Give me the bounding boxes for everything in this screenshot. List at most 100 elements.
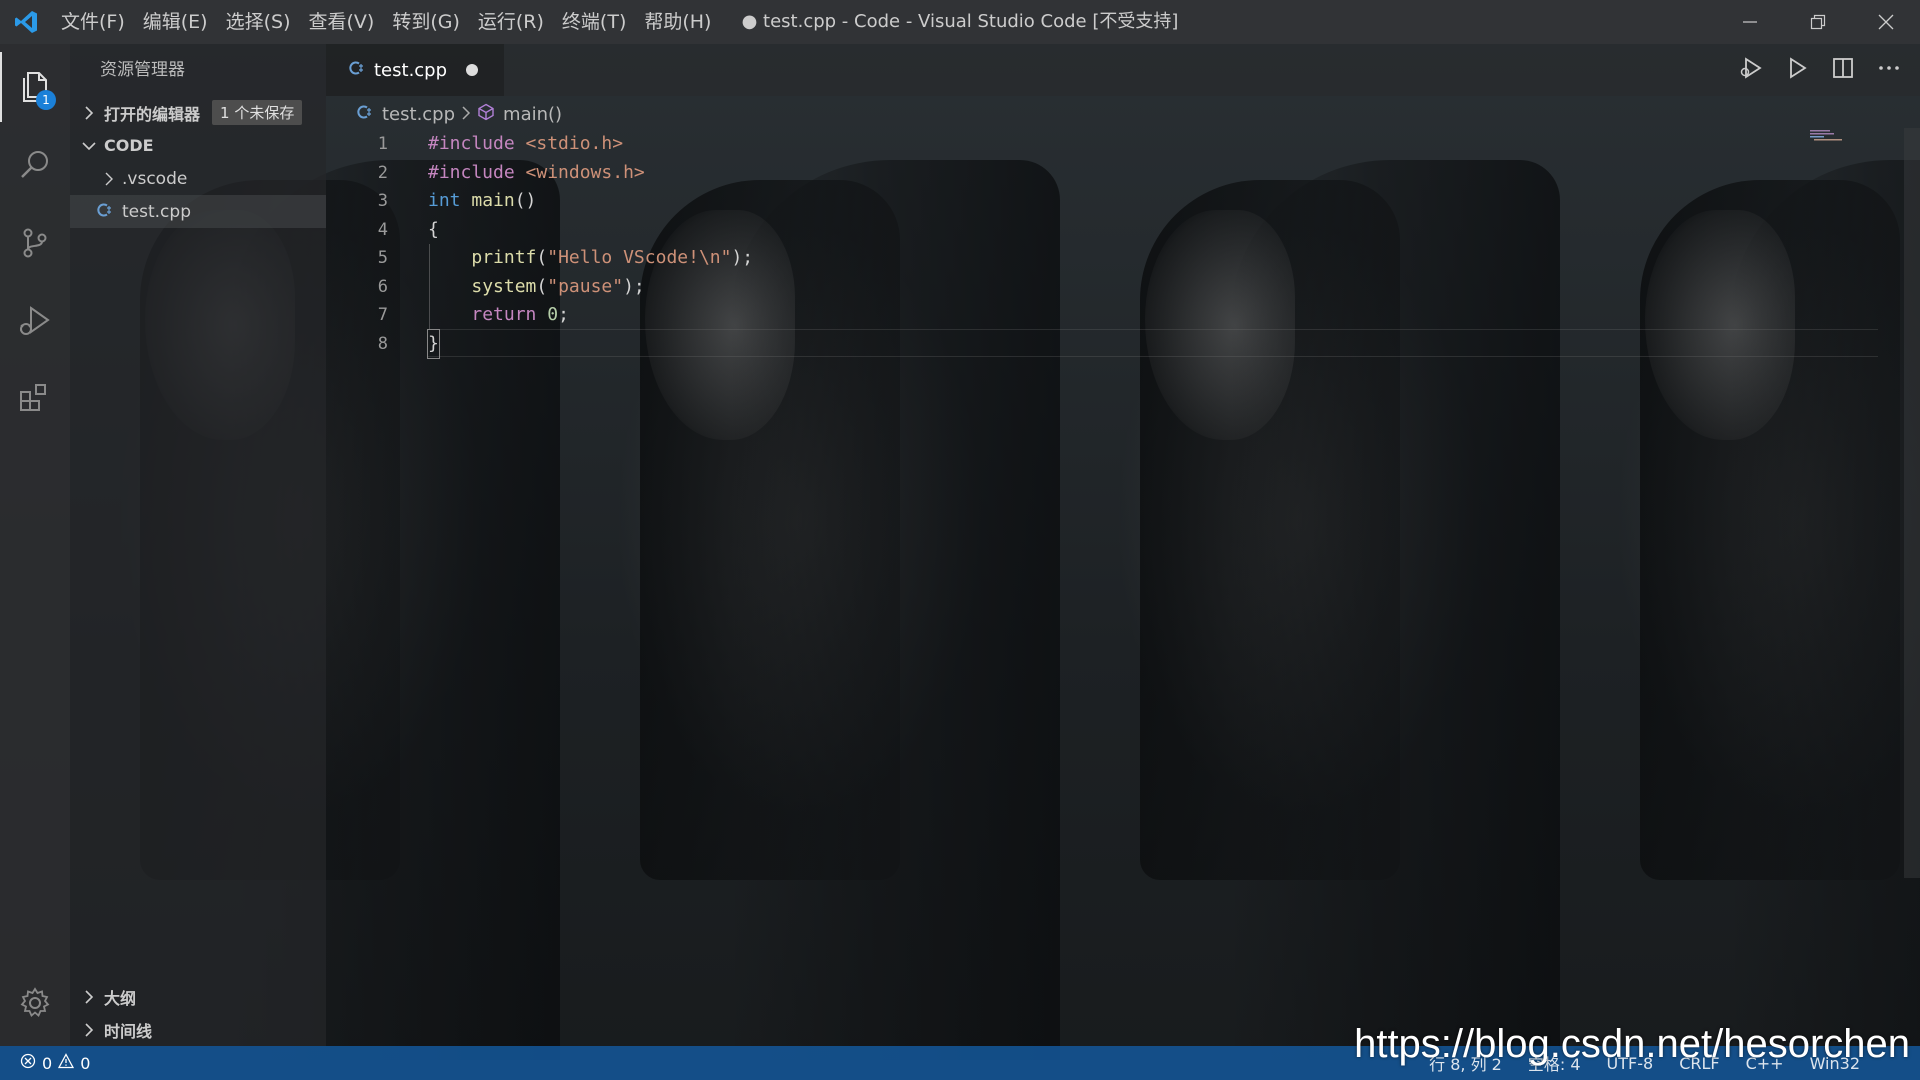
- code-token: printf: [471, 247, 537, 268]
- problems-indicator[interactable]: 0 0: [0, 1053, 90, 1073]
- search-icon: [21, 151, 48, 178]
- code-line: 7 return 0;: [326, 301, 1886, 330]
- window-controls: [1716, 0, 1920, 44]
- code-editor[interactable]: 1 #include <stdio.h> 2 #include <windows…: [326, 130, 1886, 359]
- activity-search[interactable]: [0, 130, 70, 200]
- line-number: 8: [377, 333, 388, 354]
- activity-explorer[interactable]: 1: [0, 52, 70, 122]
- menu-help[interactable]: 帮助(H): [635, 0, 720, 44]
- chevron-right-icon: [78, 105, 100, 120]
- menu-view[interactable]: 查看(V): [300, 0, 384, 44]
- folder-label: CODE: [104, 136, 154, 155]
- more-icon[interactable]: [1876, 55, 1902, 85]
- code-line: 4 {: [326, 216, 1886, 245]
- code-token: (): [514, 190, 537, 211]
- code-token: (: [536, 275, 548, 297]
- vscode-logo-icon: [0, 0, 52, 44]
- breadcrumb: test.cpp main(): [356, 100, 562, 128]
- tree-item-test-cpp[interactable]: test.cpp: [70, 195, 326, 228]
- play-icon[interactable]: [1784, 55, 1810, 85]
- code-token: main: [471, 190, 515, 211]
- tree-item-label: .vscode: [122, 168, 188, 189]
- code-line: 3 int main(): [326, 187, 1886, 216]
- code-token: 0: [547, 304, 559, 325]
- code-token: );: [623, 275, 645, 297]
- code-token: {: [428, 218, 439, 240]
- menu-terminal[interactable]: 终端(T): [553, 0, 635, 44]
- extensions-icon: [20, 384, 46, 411]
- activity-manage[interactable]: [0, 968, 70, 1038]
- code-token: }: [427, 328, 440, 359]
- code-line: 5 printf("Hello VScode!\n");: [326, 244, 1886, 273]
- editor-tabs: test.cpp: [326, 44, 1920, 96]
- code-line: 6 system("pause");: [326, 273, 1886, 302]
- vertical-scrollbar[interactable]: [1904, 128, 1920, 878]
- menu-edit[interactable]: 编辑(E): [134, 0, 217, 44]
- chevron-right-icon: [78, 989, 100, 1004]
- cpp-file-icon: [348, 60, 364, 80]
- code-token: <windows.h>: [514, 161, 645, 183]
- menu-file[interactable]: 文件(F): [52, 0, 134, 44]
- code-token: return: [471, 304, 537, 325]
- activity-run-debug[interactable]: [0, 286, 70, 356]
- code-token: (: [536, 247, 548, 268]
- watermark-url: https://blog.csdn.net/hesorchen: [1354, 1022, 1910, 1066]
- unsaved-badge: 1 个未保存: [212, 100, 303, 125]
- warning-icon: [58, 1053, 75, 1073]
- menu-go[interactable]: 转到(G): [383, 0, 469, 44]
- chevron-right-icon: [98, 172, 120, 186]
- cpp-file-icon: [356, 104, 372, 124]
- split-editor-icon[interactable]: [1830, 55, 1856, 85]
- explorer-sidebar: 资源管理器 打开的编辑器 1 个未保存 CODE .vscode test.cp…: [70, 44, 326, 1046]
- error-icon: [20, 1053, 36, 1073]
- error-count: 0: [42, 1053, 53, 1073]
- run-debug-icon[interactable]: [1738, 55, 1764, 85]
- minimap[interactable]: [1810, 128, 1890, 142]
- tree-item-vscode-folder[interactable]: .vscode: [70, 162, 326, 195]
- menu-bar: 文件(F) 编辑(E) 选择(S) 查看(V) 转到(G) 运行(R) 终端(T…: [52, 0, 720, 44]
- cpp-file-icon: [96, 202, 112, 222]
- chevron-down-icon: [78, 140, 100, 152]
- folder-section[interactable]: CODE: [70, 129, 326, 162]
- breadcrumb-file[interactable]: test.cpp: [382, 104, 455, 125]
- line-number: 3: [377, 191, 388, 211]
- code-line: 1 #include <stdio.h>: [326, 130, 1886, 159]
- minimize-button[interactable]: [1716, 0, 1784, 44]
- code-token: "pause": [547, 275, 624, 297]
- outline-label: 大纲: [104, 988, 137, 1008]
- minimize-icon: [1743, 21, 1757, 23]
- line-number: 5: [377, 248, 388, 268]
- line-number: 2: [377, 162, 388, 183]
- line-number: 4: [377, 219, 388, 240]
- code-line: 8 }: [326, 328, 1886, 359]
- bottom-sections: 大纲 时间线: [70, 980, 326, 1046]
- open-editors-label: 打开的编辑器: [104, 104, 201, 124]
- menu-run[interactable]: 运行(R): [469, 0, 553, 44]
- code-token: "Hello VScode!\n": [547, 247, 732, 268]
- tree-item-label: test.cpp: [122, 201, 191, 222]
- code-token: #include: [428, 161, 515, 183]
- activity-bar: 1: [0, 44, 70, 1046]
- tab-test-cpp[interactable]: test.cpp: [326, 44, 504, 96]
- chevron-right-icon: [461, 104, 471, 125]
- editor-actions: [1738, 44, 1902, 96]
- restore-icon: [1810, 14, 1826, 30]
- activity-source-control[interactable]: [0, 208, 70, 278]
- title-bar: 文件(F) 编辑(E) 选择(S) 查看(V) 转到(G) 运行(R) 终端(T…: [0, 0, 1920, 44]
- outline-section[interactable]: 大纲: [70, 980, 326, 1013]
- open-editors-section[interactable]: 打开的编辑器 1 个未保存: [70, 96, 326, 129]
- timeline-label: 时间线: [104, 1021, 153, 1041]
- restore-button[interactable]: [1784, 0, 1852, 44]
- line-number: 7: [377, 305, 388, 325]
- breadcrumb-symbol[interactable]: main(): [503, 104, 562, 125]
- menu-selection[interactable]: 选择(S): [217, 0, 300, 44]
- timeline-section[interactable]: 时间线: [70, 1013, 326, 1046]
- code-token: int: [428, 190, 461, 211]
- gear-icon: [20, 987, 50, 1017]
- line-number: 1: [377, 134, 388, 154]
- close-button[interactable]: [1852, 0, 1920, 44]
- code-token: <stdio.h>: [514, 133, 624, 154]
- unsaved-dot-icon[interactable]: [466, 64, 478, 76]
- activity-extensions[interactable]: [0, 364, 70, 434]
- sidebar-title: 资源管理器: [100, 60, 185, 80]
